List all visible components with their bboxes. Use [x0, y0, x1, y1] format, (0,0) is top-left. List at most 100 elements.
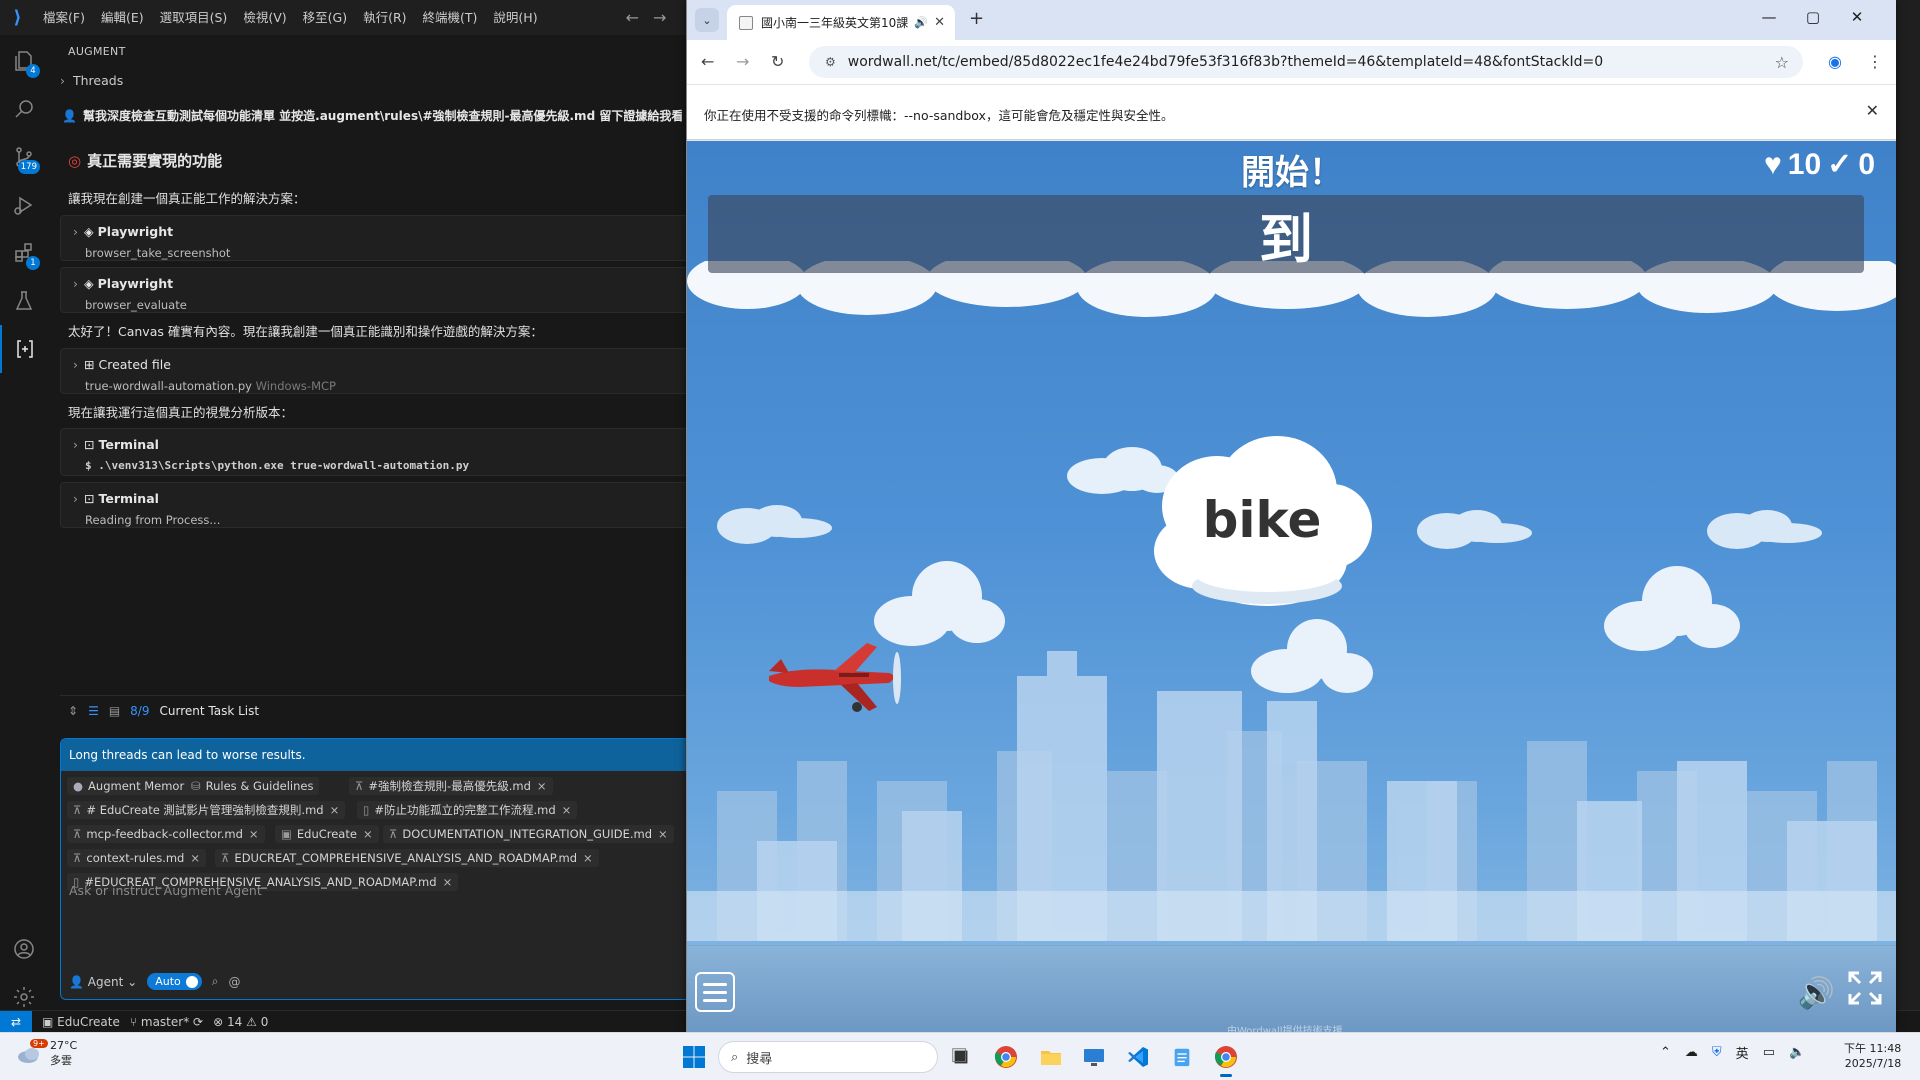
vscode-app-icon[interactable] — [1122, 1041, 1154, 1073]
network-icon[interactable]: ▭ — [1763, 1045, 1775, 1060]
answer-cloud[interactable]: bike — [1147, 436, 1377, 611]
task-view-icon[interactable] — [945, 1041, 977, 1073]
remove-chip-icon[interactable]: × — [562, 803, 572, 817]
windows-start-icon[interactable] — [682, 1045, 706, 1069]
checklist-icon[interactable]: ☰ — [88, 704, 99, 718]
tool-card-playwright[interactable]: › ◈ Playwright browser_take_screenshot — [60, 215, 686, 261]
menu-go[interactable]: 移至(G) — [295, 0, 355, 35]
weather-widget[interactable]: 9+ 27°C 多雲 — [16, 1038, 77, 1068]
mention-icon[interactable]: @ — [228, 975, 240, 989]
sync-icon[interactable]: ⟳ — [193, 1015, 203, 1029]
remove-chip-icon[interactable]: × — [363, 827, 373, 841]
context-chip[interactable]: ⊼ #強制檢查規則-最高優先級.md × — [349, 777, 553, 795]
remote-icon[interactable]: ⇄ — [0, 1010, 32, 1033]
menu-help[interactable]: 說明(H) — [485, 0, 545, 35]
tab-search-icon[interactable]: ⌄ — [695, 8, 719, 32]
back-icon[interactable]: ← — [701, 52, 714, 71]
nav-forward-icon[interactable]: → — [653, 8, 666, 27]
remove-chip-icon[interactable]: × — [658, 827, 668, 841]
wordwall-game[interactable]: 開始！ ♥ 10 ✓ 0 到 bike 🔊 由Wordwall提供技術支援 — [687, 141, 1896, 1032]
project-status[interactable]: ▣ EduCreate — [42, 1015, 120, 1029]
context-chip[interactable]: ▯ #防止功能孤立的完整工作流程.md × — [357, 801, 578, 819]
run-debug-icon[interactable] — [0, 181, 48, 229]
chat-input-box[interactable]: Long threads can lead to worse results. … — [60, 738, 686, 1000]
forward-icon[interactable]: → — [736, 52, 749, 71]
editor-edge — [1896, 35, 1920, 1010]
tool-card-terminal[interactable]: › ⊡ Terminal Reading from Process... — [60, 482, 686, 528]
defender-shield-icon[interactable]: ⛨ — [1712, 1045, 1722, 1060]
site-info-icon[interactable]: ⚙ — [825, 55, 836, 69]
remove-chip-icon[interactable]: × — [249, 827, 259, 841]
menu-edit[interactable]: 編輯(E) — [93, 0, 152, 35]
auto-toggle[interactable]: Auto — [147, 973, 202, 990]
minimize-icon[interactable]: — — [1747, 8, 1791, 26]
remove-chip-icon[interactable]: × — [443, 875, 453, 889]
bookmark-star-icon[interactable]: ☆ — [1775, 53, 1789, 72]
menu-file[interactable]: 檔案(F) — [35, 0, 93, 35]
context-chip[interactable]: ⊼ EDUCREAT_COMPREHENSIVE_ANALYSIS_AND_ROA… — [215, 849, 599, 867]
chrome-app-icon[interactable] — [990, 1041, 1022, 1073]
context-chip[interactable]: ⊼ context-rules.md × — [67, 849, 206, 867]
remove-chip-icon[interactable]: × — [190, 851, 200, 865]
taskbar-clock[interactable]: 下午 11:48 2025/7/18 — [1844, 1041, 1901, 1071]
sound-icon[interactable]: 🔊 — [1798, 976, 1835, 1011]
remove-chip-icon[interactable]: × — [537, 779, 547, 793]
context-chip[interactable]: ⛁ Rules & Guidelines — [185, 777, 320, 795]
close-infobar-icon[interactable]: ✕ — [1866, 101, 1879, 120]
section-heading-text: 真正需要實現的功能 — [87, 152, 223, 170]
extensions-icon[interactable]: 1 — [0, 229, 48, 277]
testing-flask-icon[interactable] — [0, 277, 48, 325]
close-tab-icon[interactable]: ✕ — [934, 15, 945, 30]
search-icon[interactable] — [0, 85, 48, 133]
reload-icon[interactable]: ↻ — [771, 52, 784, 71]
problems-status[interactable]: ⊗ 14 ⚠ 0 — [213, 1015, 268, 1029]
ime-indicator[interactable]: 英 — [1736, 1043, 1749, 1062]
branch-name: master* — [140, 1014, 190, 1029]
remote-desktop-icon[interactable] — [1078, 1041, 1110, 1073]
cloud-sync-icon[interactable]: ☁ — [1685, 1045, 1698, 1060]
expand-collapse-icon[interactable]: ⇕ — [68, 704, 78, 718]
browser-tab[interactable]: 國小南一三年級英文第10課 🔊 ✕ — [727, 5, 955, 40]
context-chip[interactable]: ▣ EduCreate × — [275, 825, 379, 843]
tool-card-terminal[interactable]: › ⊡ Terminal $ .\venv313\Scripts\python.ex… — [60, 428, 686, 476]
branch-status[interactable]: ⑂ master* ⟳ — [130, 1015, 203, 1029]
task-list-bar[interactable]: ⇕ ☰ ▤ 8/9 Current Task List — [60, 695, 686, 725]
document-icon[interactable]: ▤ — [109, 704, 120, 718]
maximize-icon[interactable]: ▢ — [1791, 8, 1835, 26]
infobar: 你正在使用不受支援的命令列標幟：--no-sandbox，這可能會危及穩定性與安… — [687, 84, 1896, 140]
close-window-icon[interactable]: ✕ — [1835, 8, 1879, 26]
audio-icon[interactable]: 🔊 — [914, 16, 928, 29]
tool-card-playwright[interactable]: › ◈ Playwright browser_evaluate — [60, 267, 686, 313]
prompt-input[interactable]: Ask or instruct Augment Agent — [69, 883, 262, 898]
new-tab-icon[interactable]: + — [969, 8, 984, 29]
tool-card-created-file[interactable]: › ⊞ Created file true-wordwall-automation.… — [60, 348, 686, 394]
explorer-icon[interactable]: 4 — [0, 37, 48, 85]
threads-toggle[interactable]: › Threads — [60, 73, 123, 88]
source-control-icon[interactable]: 179 — [0, 133, 48, 181]
context-chip[interactable]: ⊼ # EduCreate 測試影片管理強制檢查規則.md × — [67, 801, 346, 819]
taskbar-search[interactable]: ⌕ 搜尋 — [718, 1041, 938, 1073]
remove-chip-icon[interactable]: × — [330, 803, 340, 817]
remove-chip-icon[interactable]: × — [583, 851, 593, 865]
profile-icon[interactable]: ◉ — [1828, 52, 1842, 71]
augment-icon[interactable] — [0, 325, 48, 373]
notepad-icon[interactable] — [1166, 1041, 1198, 1073]
context-chip[interactable]: ⊼ DOCUMENTATION_INTEGRATION_GUIDE.md × — [383, 825, 674, 843]
chrome-active-app-icon[interactable] — [1210, 1041, 1242, 1077]
attach-icon[interactable]: ⌕ — [212, 974, 219, 989]
nav-back-icon[interactable]: ← — [626, 8, 639, 27]
context-chip[interactable]: ⊼ mcp-feedback-collector.md × — [67, 825, 265, 843]
accounts-icon[interactable] — [0, 925, 48, 973]
menu-view[interactable]: 檢視(V) — [235, 0, 294, 35]
agent-mode-dropdown[interactable]: 👤 Agent ⌄ — [69, 975, 137, 989]
tray-chevron-up-icon[interactable]: ⌃ — [1660, 1045, 1671, 1060]
menu-terminal[interactable]: 終端機(T) — [415, 0, 486, 35]
more-menu-icon[interactable]: ⋮ — [1867, 52, 1883, 71]
menu-selection[interactable]: 選取項目(S) — [152, 0, 236, 35]
file-explorer-icon[interactable] — [1035, 1041, 1067, 1073]
game-menu-icon[interactable] — [695, 972, 735, 1012]
address-bar[interactable]: ⚙ wordwall.net/tc/embed/85d8022ec1fe4e24… — [809, 46, 1803, 78]
fullscreen-icon[interactable] — [1847, 970, 1883, 1006]
volume-icon[interactable]: 🔈 — [1789, 1045, 1805, 1060]
menu-run[interactable]: 執行(R) — [355, 0, 414, 35]
